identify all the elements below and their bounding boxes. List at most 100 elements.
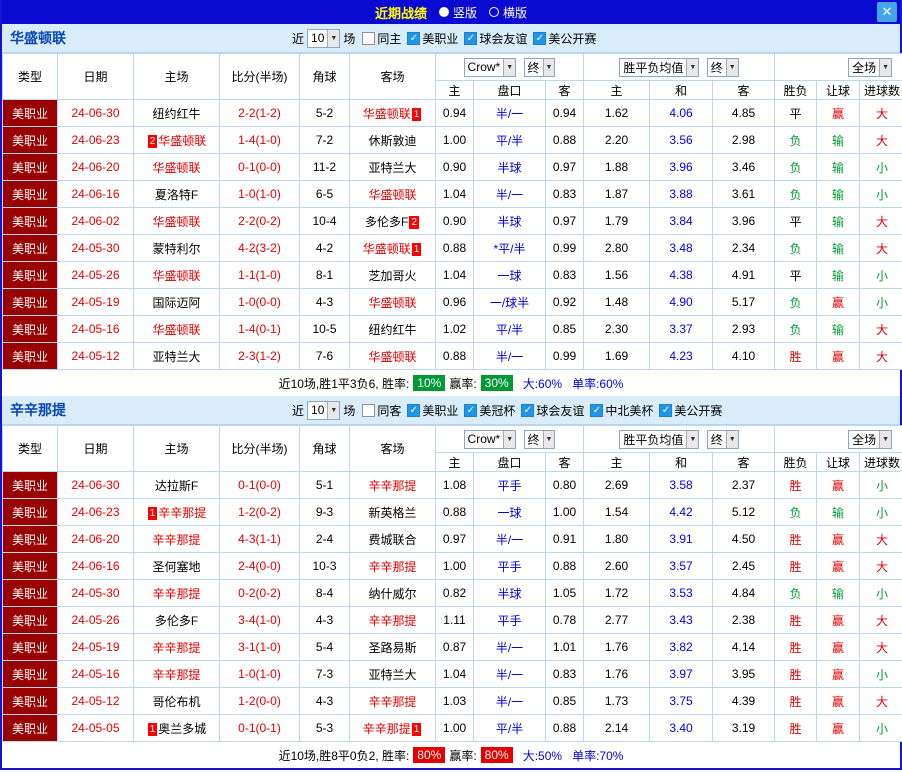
league-type: 美职业 [2, 288, 58, 316]
team-section-washington: 华盛顿联 近 10 ▼ 场 同主 ✓ 美职业 ✓ 球会友谊 ✓ 美公开赛 类型 日期 主场 [2, 24, 902, 396]
asian-odds-header: Crow* ▼ 终 ▼ [434, 425, 585, 453]
handicap-result-cell: 赢 [816, 714, 861, 742]
away-team-cell: 亚特兰大 [349, 660, 436, 688]
europe-draw-odds: 3.53 [649, 579, 714, 607]
filter-checkbox[interactable]: ✓ 球会友谊 [464, 30, 527, 47]
away-team-name: 华盛顿联 [362, 106, 411, 121]
europe-away-odds: 2.34 [712, 234, 776, 262]
col-home: 主场 [133, 53, 220, 100]
europe-final-select[interactable]: 终 ▼ [706, 429, 739, 449]
checkbox-icon[interactable]: ✓ [407, 31, 421, 45]
asian-away-odds: 0.94 [544, 99, 585, 127]
europe-away-odds: 3.61 [712, 180, 776, 208]
asian-away-odds: 0.91 [544, 525, 585, 553]
filter-checkbox[interactable]: ✓ 球会友谊 [521, 402, 584, 419]
fullmatch-select[interactable]: 全场 ▼ [848, 57, 893, 77]
score: 1-2(0-2) [219, 498, 300, 526]
chevron-down-icon: ▼ [327, 29, 340, 47]
asian-handicap-line: 平手 [473, 471, 546, 499]
footer-summary: 近10场,胜8平0负2, 胜率: [278, 748, 410, 763]
checkbox-icon[interactable]: ✓ [521, 403, 535, 417]
home-team-cell: 1 辛辛那提 [133, 498, 220, 526]
filter-checkbox[interactable]: ✓ 美职业 [407, 30, 458, 47]
home-team-name: 国际迈阿 [152, 295, 201, 310]
europe-final-select[interactable]: 终 ▼ [706, 57, 739, 77]
match-count-select[interactable]: 10 ▼ [307, 400, 341, 420]
match-row: 美职业 24-06-16 夏洛特F 1-0(1-0) 6-5 华盛顿联 1.04 半/一 0.8… [2, 180, 902, 208]
asian-home-odds: 0.88 [435, 498, 474, 526]
filter-checkbox[interactable]: ✓ 美公开赛 [659, 402, 722, 419]
europe-away-odds: 4.14 [712, 633, 776, 661]
bookmaker-select[interactable]: Crow* ▼ [463, 429, 517, 449]
asian-odds-header: Crow* ▼ 终 ▼ [434, 53, 585, 81]
europe-odds-select[interactable]: 胜平负均值 ▼ [619, 57, 700, 77]
checkbox-icon[interactable]: ✓ [659, 403, 673, 417]
filter-checkbox[interactable]: ✓ 中北美杯 [590, 402, 653, 419]
goals-result-cell: 大 [859, 99, 902, 127]
europe-home-odds: 1.88 [583, 153, 651, 181]
away-team-name: 多伦多F [365, 214, 409, 229]
scope-header: 全场 ▼ [774, 425, 902, 453]
asian-final-select[interactable]: 终 ▼ [523, 57, 556, 77]
handicap-result-cell: 输 [816, 180, 861, 208]
checkbox-icon[interactable]: ✓ [590, 403, 604, 417]
corner-score: 4-3 [299, 687, 350, 715]
checkbox-icon[interactable]: ✓ [464, 403, 478, 417]
home-team-name: 蒙特利尔 [152, 241, 201, 256]
goals-result-cell: 大 [859, 315, 902, 343]
layout-radio-horizontal[interactable]: 横版 [489, 4, 527, 21]
radio-selected-icon[interactable] [438, 7, 449, 17]
bookmaker-select[interactable]: Crow* ▼ [463, 57, 517, 77]
home-team-cell: 国际迈阿 [133, 288, 220, 316]
checkbox-icon[interactable]: ✓ [407, 403, 421, 417]
away-team-cell: 辛辛那提 [349, 687, 436, 715]
result-cell: 胜 [774, 525, 818, 553]
europe-away-odds: 3.19 [712, 714, 776, 742]
home-team-cell: 辛辛那提 [133, 633, 220, 661]
checkbox-icon[interactable]: ✓ [464, 31, 478, 45]
checkbox-icon[interactable] [362, 403, 376, 417]
asian-handicap-line: 半球 [473, 579, 546, 607]
corner-score: 9-3 [299, 498, 350, 526]
checkbox-icon[interactable] [362, 31, 376, 45]
match-count-select[interactable]: 10 ▼ [307, 28, 341, 48]
radio-vertical-label: 竖版 [452, 5, 477, 20]
europe-draw-odds: 4.38 [649, 261, 714, 289]
filter-checkboxes: 同客 ✓ 美职业 ✓ 美冠杯 ✓ 球会友谊 ✓ 中北美杯 ✓ 美公开赛 [362, 402, 728, 419]
away-team-name: 芝加哥火 [368, 268, 417, 283]
match-row: 美职业 24-06-23 1 辛辛那提 1-2(0-2) 9-3 新英格兰 0.88 一球 1.0… [2, 498, 902, 526]
fullmatch-select[interactable]: 全场 ▼ [848, 429, 893, 449]
filter-checkbox[interactable]: ✓ 美公开赛 [533, 30, 596, 47]
asian-home-odds: 0.96 [435, 288, 474, 316]
layout-radio-vertical[interactable]: 竖版 [438, 4, 477, 21]
result-cell: 胜 [774, 687, 818, 715]
asian-home-odds: 0.97 [435, 525, 474, 553]
league-type: 美职业 [2, 315, 58, 343]
europe-away-odds: 5.12 [712, 498, 776, 526]
asian-final-select[interactable]: 终 ▼ [523, 429, 556, 449]
score: 1-4(0-1) [219, 315, 300, 343]
europe-draw-odds: 3.82 [649, 633, 714, 661]
europe-draw-odds: 3.37 [649, 315, 714, 343]
europe-odds-select[interactable]: 胜平负均值 ▼ [619, 429, 700, 449]
filter-checkbox[interactable]: ✓ 美冠杯 [464, 402, 515, 419]
close-icon[interactable]: ✕ [877, 2, 897, 22]
europe-draw-odds: 3.91 [649, 525, 714, 553]
home-team-cell: 华盛顿联 [133, 207, 220, 235]
away-team-cell: 辛辛那提 [349, 471, 436, 499]
asian-home-odds: 0.90 [435, 153, 474, 181]
subcol-result: 胜负 [774, 80, 818, 100]
filter-checkbox[interactable]: 同主 [362, 30, 401, 47]
europe-away-odds: 4.85 [712, 99, 776, 127]
asian-home-odds: 1.00 [435, 126, 474, 154]
result-cell: 胜 [774, 714, 818, 742]
filter-checkbox[interactable]: ✓ 美职业 [407, 402, 458, 419]
checkbox-icon[interactable]: ✓ [533, 31, 547, 45]
away-team-cell: 芝加哥火 [349, 261, 436, 289]
radio-unselected-icon[interactable] [489, 7, 499, 17]
subcol-asian-away: 客 [544, 80, 585, 100]
europe-home-odds: 1.80 [583, 525, 651, 553]
filter-checkbox[interactable]: 同客 [362, 402, 401, 419]
subcol-eu-home: 主 [583, 452, 651, 472]
home-team-name: 哥伦布机 [152, 694, 201, 709]
